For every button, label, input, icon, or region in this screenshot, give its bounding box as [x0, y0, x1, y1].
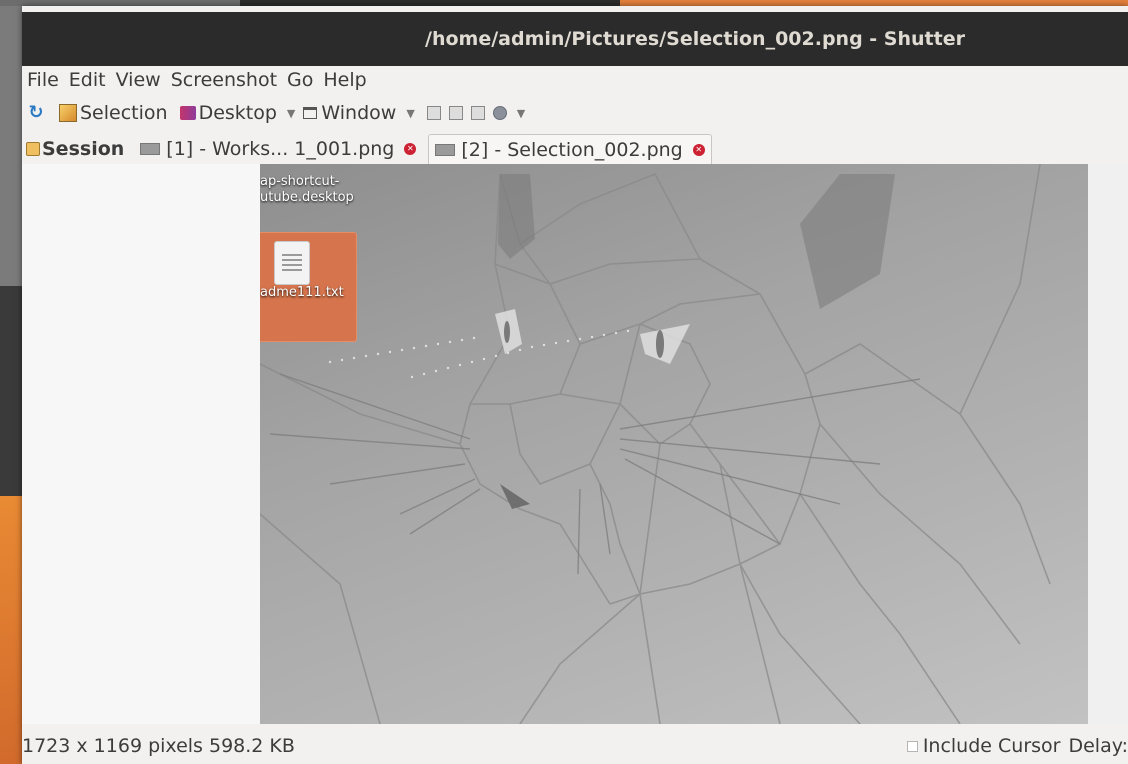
image-icon [140, 143, 161, 155]
menu-edit[interactable]: Edit [64, 69, 111, 91]
tab-2[interactable]: [2] - Selection_002.png ✕ [428, 134, 712, 164]
desktop-item-label: utube.desktop [260, 190, 354, 205]
side-panel [22, 164, 261, 724]
image-info: 1723 x 1169 pixels 598.2 KB [22, 735, 295, 757]
selection-icon [59, 104, 77, 122]
tab-1[interactable]: [1] - Works... 1_001.png ✕ [134, 134, 422, 164]
tab-2-label: [2] - Selection_002.png [461, 138, 683, 161]
menu-bar: File Edit View Screenshot Go Help [22, 66, 1128, 94]
menu-file[interactable]: File [22, 69, 64, 91]
toolbar: ↻ Selection Desktop ▼ Window ▼ ▼ [22, 96, 1128, 130]
image-icon [435, 143, 456, 156]
desktop-dropdown-icon[interactable]: ▼ [287, 107, 295, 120]
refresh-icon[interactable]: ↻ [27, 104, 45, 122]
desktop-label: Desktop [198, 102, 277, 124]
menu-capture-icon[interactable] [426, 106, 441, 120]
close-tab-2-icon[interactable]: ✕ [692, 143, 705, 156]
delay-label: Delay: [1068, 735, 1128, 757]
desktop-button[interactable]: Desktop [179, 102, 277, 124]
tab-session[interactable]: Session [22, 134, 130, 164]
desktop-file-selected: adme111.txt [260, 232, 357, 342]
title-bar[interactable]: /home/admin/Pictures/Selection_002.png -… [22, 12, 1128, 66]
menu-help[interactable]: Help [318, 69, 371, 91]
shutter-window: /home/admin/Pictures/Selection_002.png -… [22, 6, 1128, 764]
tooltip-capture-icon[interactable] [470, 106, 485, 120]
edit-icon[interactable] [448, 106, 463, 120]
window-label: Window [321, 102, 397, 124]
window-dropdown-icon[interactable]: ▼ [406, 107, 414, 120]
background-desktop [0, 286, 22, 496]
web-capture-icon[interactable] [492, 106, 507, 120]
window-icon [303, 107, 318, 119]
selection-label: Selection [80, 102, 168, 124]
wallpaper-cat-art [260, 164, 1051, 724]
background-desktop [0, 6, 22, 286]
window-title: /home/admin/Pictures/Selection_002.png -… [425, 28, 965, 50]
tab-1-label: [1] - Works... 1_001.png [166, 138, 395, 160]
session-icon [26, 142, 40, 156]
desktop-icon [179, 106, 196, 120]
selection-button[interactable]: Selection [59, 102, 168, 124]
tab-session-label: Session [42, 138, 125, 160]
background-desktop [0, 496, 22, 764]
text-file-icon [274, 241, 310, 285]
include-cursor-label: Include Cursor [922, 735, 1061, 757]
window-button[interactable]: Window [303, 102, 396, 124]
menu-view[interactable]: View [111, 69, 166, 91]
menu-go[interactable]: Go [282, 69, 318, 91]
close-tab-1-icon[interactable]: ✕ [404, 143, 417, 155]
tab-bar: Session [1] - Works... 1_001.png ✕ [2] -… [22, 134, 1128, 164]
menu-screenshot[interactable]: Screenshot [166, 69, 282, 91]
desktop-item-label: adme111.txt [260, 285, 344, 300]
include-cursor-checkbox[interactable] [906, 740, 918, 752]
web-dropdown-icon[interactable]: ▼ [517, 107, 525, 120]
screenshot-preview: ap-shortcut- utube.desktop adme111.txt [260, 164, 1088, 724]
desktop-item-label: ap-shortcut- [260, 174, 340, 189]
image-canvas[interactable]: ap-shortcut- utube.desktop adme111.txt [260, 164, 1128, 724]
status-bar: 1723 x 1169 pixels 598.2 KB Include Curs… [22, 728, 1128, 764]
